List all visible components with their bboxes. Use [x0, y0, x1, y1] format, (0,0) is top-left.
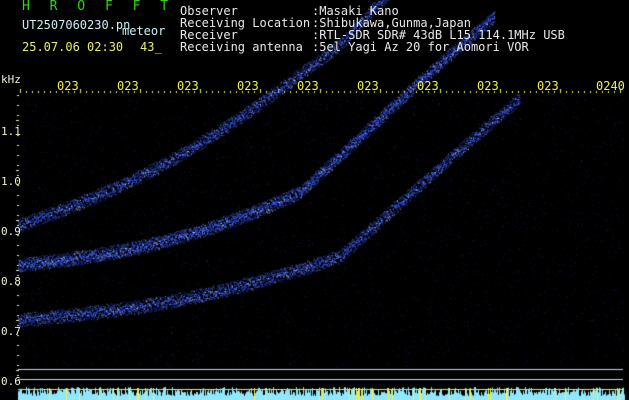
- x-tick-5: 023: [297, 79, 319, 93]
- file-name: UT2507060230.pn: [22, 18, 131, 32]
- spectrogram-window: H R O F F T UT2507060230.pn meteor 25.07…: [0, 0, 629, 400]
- x-tick-1: 023: [57, 79, 79, 93]
- y-tick-0-9: 0.9: [1, 225, 21, 238]
- meteor-label: meteor: [122, 24, 166, 38]
- x-tick-3: 023: [177, 79, 199, 93]
- y-tick-1-1: 1.1: [1, 125, 21, 138]
- app-title: H R O F F T: [22, 0, 175, 14]
- y-unit-label: kHz: [1, 73, 21, 86]
- y-tick-0-8: 0.8: [1, 275, 21, 288]
- spectrogram-canvas: [0, 0, 629, 400]
- y-tick-0-6: 0.6: [1, 375, 21, 388]
- value-antenna: :5el Yagi Az 20 for Aomori VOR: [312, 40, 529, 54]
- timestamp: 25.07.06 02:30: [22, 40, 124, 54]
- x-tick-9: 023: [537, 79, 559, 93]
- x-tick-7: 023: [417, 79, 439, 93]
- x-tick-8: 023: [477, 79, 499, 93]
- y-tick-0-7: 0.7: [1, 325, 21, 338]
- x-tick-6: 023: [357, 79, 379, 93]
- x-tick-4: 023: [237, 79, 259, 93]
- x-tick-10: 0240: [596, 79, 625, 93]
- y-tick-1-0: 1.0: [1, 175, 21, 188]
- x-tick-2: 023: [117, 79, 139, 93]
- meteor-count: 43_: [140, 40, 162, 54]
- label-antenna: Receiving antenna: [180, 40, 303, 54]
